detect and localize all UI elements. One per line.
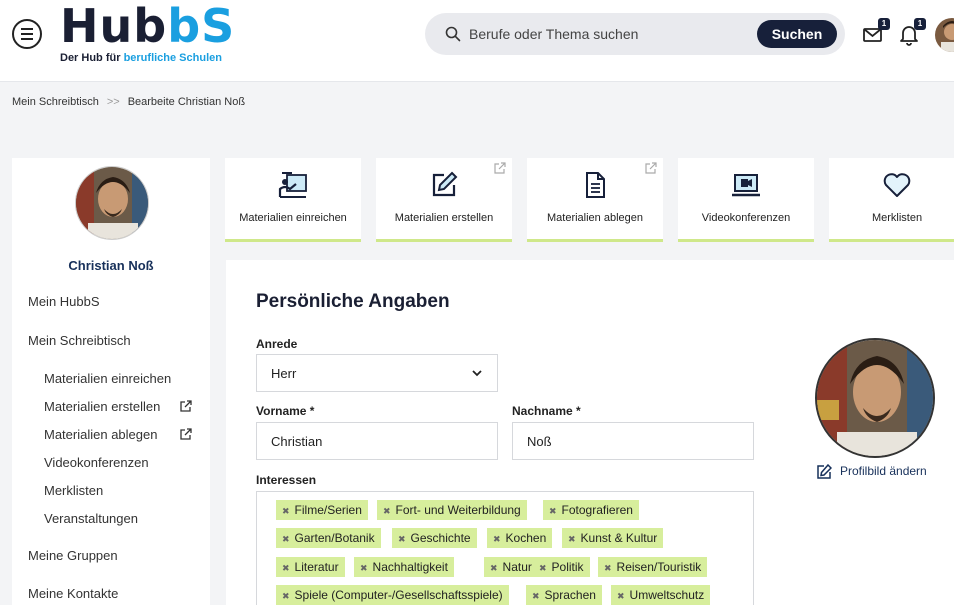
messages-button[interactable]: 1 [862,18,890,46]
interest-tag[interactable]: ✖ Filme/Serien [276,500,368,520]
sidebar-item-veranstaltungen[interactable]: Veranstaltungen [44,511,138,526]
vorname-label: Vorname * [256,404,315,418]
breadcrumb: Mein Schreibtisch >> Bearbeite Christian N… [12,96,245,108]
interest-tag[interactable]: ✖ Garten/Botanik [276,528,381,548]
external-link-icon [494,162,506,174]
remove-tag-icon: ✖ [282,563,290,573]
anrede-label: Anrede [256,337,298,351]
remove-tag-icon: ✖ [604,563,612,573]
breadcrumb-item-current: Bearbeite Christian Noß [127,96,246,108]
remove-tag-icon: ✖ [383,506,391,516]
interest-tag[interactable]: ✖ Sprachen [526,585,602,605]
video-icon [732,174,760,197]
profile-photo [815,338,935,458]
vorname-field[interactable]: Christian [256,422,498,460]
interest-tag[interactable]: ✖ Kochen [487,528,553,548]
search-button[interactable]: Suchen [757,20,837,48]
tile-materialien-erstellen[interactable]: Materialien erstellen [376,158,512,242]
remove-tag-icon: ✖ [490,563,498,573]
remove-tag-icon: ✖ [282,534,290,544]
search-input[interactable] [469,23,749,45]
remove-tag-icon: ✖ [282,591,290,601]
interest-tag[interactable]: ✖ Umweltschutz [611,585,711,605]
sidebar-item-materialien-erstellen[interactable]: Materialien erstellen [44,399,160,414]
presenter-icon [278,172,307,198]
tile-label: Videokonferenzen [701,212,791,224]
logo-wordmark: HubbS [60,0,236,53]
anrede-select[interactable]: Herr [256,354,498,392]
external-link-icon [180,428,192,440]
logo-tagline: Der Hub für berufliche Schulen [60,52,222,64]
tile-label: Materialien ablegen [546,212,643,224]
remove-tag-icon: ✖ [360,563,368,573]
change-profile-picture-button[interactable]: Profilbild ändern [816,463,927,480]
notifications-badge: 1 [914,18,926,30]
interessen-field[interactable]: ✖ Filme/Serien ✖ Fort- und Weiterbildung ✖… [256,491,754,605]
sidebar-item-materialien-einreichen[interactable]: Materialien einreichen [44,371,171,386]
tile-materialien-ablegen[interactable]: Materialien ablegen [527,158,663,242]
interest-tag[interactable]: ✖ Fort- und Weiterbildung [377,500,527,520]
interest-tag[interactable]: ✖ Geschichte [392,528,477,548]
chevron-down-icon [472,370,482,377]
sidebar-item-mein-hubbs[interactable]: Mein HubbS [28,294,100,309]
notifications-button[interactable]: 1 [898,18,926,46]
interest-tag[interactable]: ✖ Natur [484,557,538,577]
sidebar-avatar [75,166,149,240]
remove-tag-icon: ✖ [398,534,406,544]
header-avatar[interactable] [935,18,954,52]
interest-tag[interactable]: ✖ Nachhaltigkeit [354,557,454,577]
edit-icon [817,463,833,479]
document-icon [586,172,605,198]
external-link-icon [180,400,192,412]
sidebar-item-merklisten[interactable]: Merklisten [44,483,103,498]
external-link-icon [645,162,657,174]
tile-label: Materialien erstellen [394,212,494,224]
messages-badge: 1 [878,18,890,30]
interest-tag[interactable]: ✖ Fotografieren [543,500,639,520]
sidebar-item-meine-gruppen[interactable]: Meine Gruppen [28,548,118,563]
remove-tag-icon: ✖ [617,591,625,601]
interest-tag[interactable]: ✖ Reisen/Touristik [598,557,708,577]
nachname-label: Nachname * [512,404,581,418]
logo[interactable]: HubbS Der Hub für berufliche Schulen [60,0,234,64]
tile-label: Materialien einreichen [239,212,347,224]
remove-tag-icon: ✖ [493,534,501,544]
tile-merklisten[interactable]: Merklisten [829,158,954,242]
page-title: Persönliche Angaben [256,291,450,312]
sidebar-item-materialien-ablegen[interactable]: Materialien ablegen [44,427,157,442]
interessen-label: Interessen [256,473,317,487]
sidebar-item-mein-schreibtisch[interactable]: Mein Schreibtisch [28,333,131,348]
menu-button[interactable] [12,19,42,49]
remove-tag-icon: ✖ [539,563,547,573]
search-icon [445,26,461,42]
breadcrumb-separator: >> [106,96,120,108]
interest-tag[interactable]: ✖ Literatur [276,557,345,577]
personal-info-panel: Persönliche Angaben Anrede Herr Vorname … [226,260,954,605]
interest-tag[interactable]: ✖ Kunst & Kultur [562,528,664,548]
sidebar: Christian Noß Mein HubbS Mein Schreibtis… [12,158,210,605]
remove-tag-icon: ✖ [282,506,290,516]
breadcrumb-item-schreibtisch[interactable]: Mein Schreibtisch [12,96,99,108]
interest-tag[interactable]: ✖ Spiele (Computer-/Gesellschaftsspiele) [276,585,509,605]
search-bar: Suchen [425,13,845,55]
tile-videokonferenzen[interactable]: Videokonferenzen [678,158,814,242]
heart-icon [883,173,911,197]
header: HubbS Der Hub für berufliche Schulen Suc… [0,0,954,82]
remove-tag-icon: ✖ [549,506,557,516]
remove-tag-icon: ✖ [568,534,576,544]
sidebar-item-videokonferenzen[interactable]: Videokonferenzen [44,455,149,470]
remove-tag-icon: ✖ [532,591,540,601]
anrede-value: Herr [271,365,297,381]
tile-label: Merklisten [871,212,923,224]
sidebar-item-meine-kontakte[interactable]: Meine Kontakte [28,586,118,601]
edit-icon [432,171,458,197]
sidebar-user-name[interactable]: Christian Noß [12,258,210,273]
interest-tag[interactable]: ✖ Politik [533,557,590,577]
nachname-field[interactable]: Noß [512,422,754,460]
tile-materialien-einreichen[interactable]: Materialien einreichen [225,158,361,242]
